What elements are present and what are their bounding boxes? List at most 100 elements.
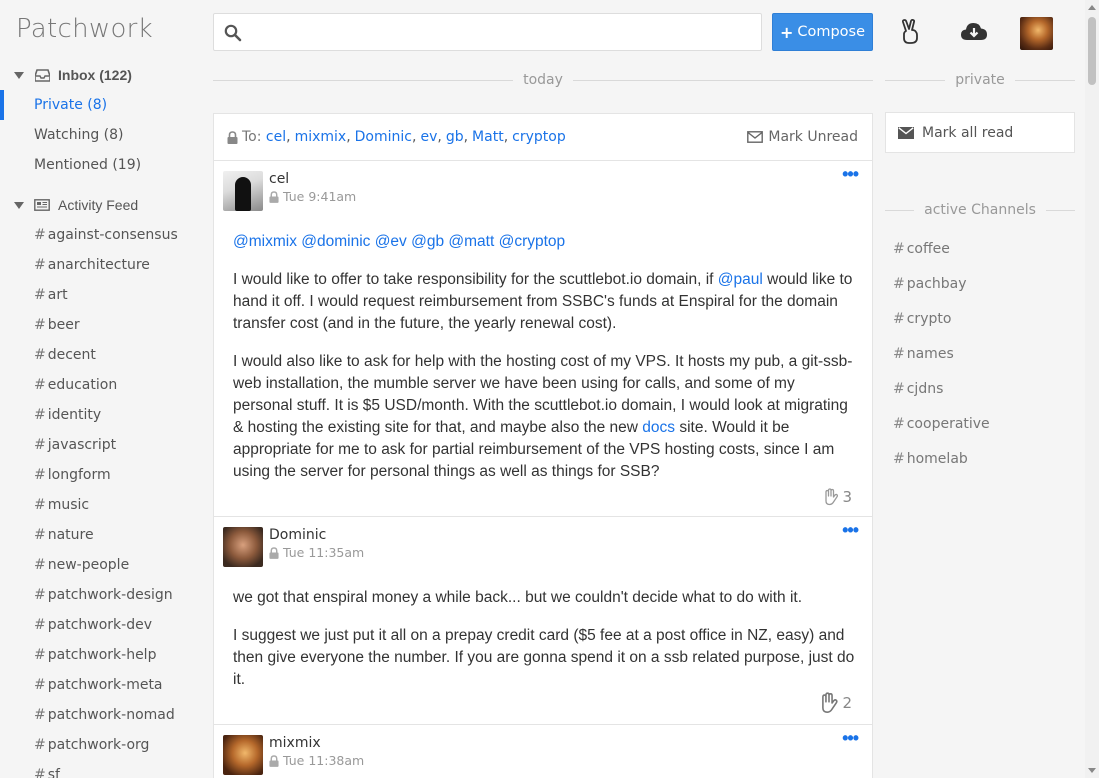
caret-down-icon[interactable] (14, 71, 24, 79)
message-time[interactable]: Tue 11:35am (269, 545, 364, 560)
recipient-link[interactable]: gb (446, 129, 464, 145)
channel-item-nature[interactable]: # nature (0, 520, 205, 550)
channel-item-art[interactable]: # art (0, 280, 205, 310)
channel-item-sf[interactable]: # sf (0, 760, 205, 778)
channel-item-beer[interactable]: # beer (0, 310, 205, 340)
recipient-link[interactable]: mixmix (295, 129, 347, 145)
mark-unread-button[interactable]: Mark Unread (747, 129, 858, 145)
mention-link[interactable]: @paul (718, 271, 763, 288)
hash-icon: # (34, 527, 46, 543)
channel-label: anarchitecture (47, 257, 150, 273)
channel-item-patchwork-help[interactable]: # patchwork-help (0, 640, 205, 670)
channel-label: new-people (47, 557, 130, 573)
channel-item-anarchitecture[interactable]: # anarchitecture (0, 250, 205, 280)
channel-item-longform[interactable]: # longform (0, 460, 205, 490)
author-avatar[interactable] (223, 735, 263, 775)
hash-icon: # (893, 345, 905, 362)
envelope-icon (747, 131, 764, 143)
scrollbar-thumb[interactable] (1088, 17, 1096, 85)
thread-header: To: cel, mixmix, Dominic, ev, gb, Matt, crypto… (213, 113, 873, 161)
to-label: To: (227, 129, 266, 145)
more-options-icon[interactable]: ••• (842, 165, 859, 183)
active-channel-pachbay[interactable]: # pachbay (885, 266, 1075, 301)
channel-item-patchwork-dev[interactable]: # patchwork-dev (0, 610, 205, 640)
mark-all-read-button[interactable]: Mark all read (885, 112, 1075, 153)
app-brand[interactable]: Patchwork (0, 0, 205, 60)
channel-item-patchwork-meta[interactable]: # patchwork-meta (0, 670, 205, 700)
active-channel-homelab[interactable]: # homelab (885, 441, 1075, 476)
nav-activity-feed[interactable]: Activity Feed (0, 190, 205, 220)
author-name[interactable]: cel (269, 171, 356, 187)
channel-item-identity[interactable]: # identity (0, 400, 205, 430)
channel-item-patchwork-design[interactable]: # patchwork-design (0, 580, 205, 610)
page-scrollbar[interactable] (1085, 0, 1099, 778)
channel-label: longform (47, 467, 111, 483)
recipient-link[interactable]: ev (420, 129, 437, 145)
compose-button[interactable]: + Compose (772, 13, 873, 51)
app-root: Patchwork Inbox (122) Private (8) Watchi… (0, 0, 1099, 778)
channel-item-patchwork-nomad[interactable]: # patchwork-nomad (0, 700, 205, 730)
author-name[interactable]: Dominic (269, 527, 364, 543)
message-paragraph: I suggest we just put it all on a prepay… (233, 627, 855, 688)
lock-icon (269, 546, 279, 559)
channel-label: patchwork-dev (47, 617, 152, 633)
hash-icon: # (893, 450, 905, 467)
active-channel-coffee[interactable]: # coffee (885, 231, 1075, 266)
message-time[interactable]: Tue 9:41am (269, 189, 356, 204)
scroll-down-arrow[interactable] (1088, 768, 1096, 773)
author-name[interactable]: mixmix (269, 735, 364, 751)
channel-label: homelab (906, 450, 968, 467)
lock-icon (269, 754, 279, 767)
recipient-link[interactable]: Dominic (355, 129, 412, 145)
recipient-link[interactable]: cryptop (512, 129, 566, 145)
hash-icon: # (34, 617, 46, 633)
hash-icon: # (893, 415, 905, 432)
like-button[interactable]: 2 (818, 692, 852, 714)
nav-inbox[interactable]: Inbox (122) (0, 60, 205, 90)
channel-label: sf (47, 767, 60, 778)
active-channel-names[interactable]: # names (885, 336, 1075, 371)
nav-item-private[interactable]: Private (8) (0, 90, 205, 120)
channel-label: crypto (906, 310, 952, 327)
channel-item-education[interactable]: # education (0, 370, 205, 400)
hash-icon: # (893, 275, 905, 292)
sidebar: Patchwork Inbox (122) Private (8) Watchi… (0, 0, 205, 778)
docs-link[interactable]: docs (642, 419, 675, 436)
caret-down-icon[interactable] (14, 201, 24, 209)
hash-icon: # (34, 707, 46, 723)
divider-today: today (213, 70, 873, 90)
channel-item-javascript[interactable]: # javascript (0, 430, 205, 460)
message-time[interactable]: Tue 11:38am (269, 753, 364, 768)
search-input[interactable] (213, 13, 762, 51)
channel-item-new-people[interactable]: # new-people (0, 550, 205, 580)
channel-item-music[interactable]: # music (0, 490, 205, 520)
author-avatar[interactable] (223, 527, 263, 567)
channel-label: education (47, 377, 118, 393)
recipient-link[interactable]: cel (266, 129, 286, 145)
channel-item-patchwork-org[interactable]: # patchwork-org (0, 730, 205, 760)
more-options-icon[interactable]: ••• (842, 729, 859, 747)
channel-label: cooperative (906, 415, 990, 432)
channel-item-against-consensus[interactable]: # against-consensus (0, 220, 205, 250)
channel-label: decent (47, 347, 96, 363)
mention-links[interactable]: @mixmix @dominic @ev @gb @matt @cryptop (233, 233, 565, 250)
plus-icon: + (779, 22, 794, 42)
scroll-up-arrow[interactable] (1088, 5, 1096, 10)
like-button[interactable]: 3 (822, 488, 852, 506)
message-paragraph: we got that enspiral money a while back.… (233, 589, 803, 606)
hash-icon: # (34, 227, 46, 243)
divider-active-channels: active Channels (885, 200, 1075, 220)
active-channel-cjdns[interactable]: # cjdns (885, 371, 1075, 406)
active-channel-cooperative[interactable]: # cooperative (885, 406, 1075, 441)
nav-item-watching[interactable]: Watching (8) (0, 120, 205, 150)
more-options-icon[interactable]: ••• (842, 521, 859, 539)
channel-label: music (47, 497, 90, 513)
recipient-link[interactable]: Matt (472, 129, 504, 145)
active-channel-crypto[interactable]: # crypto (885, 301, 1075, 336)
author-avatar[interactable] (223, 171, 263, 211)
hash-icon: # (34, 287, 46, 303)
channel-label: coffee (906, 240, 950, 257)
hash-icon: # (34, 677, 46, 693)
channel-item-decent[interactable]: # decent (0, 340, 205, 370)
nav-item-mentioned[interactable]: Mentioned (19) (0, 150, 205, 180)
